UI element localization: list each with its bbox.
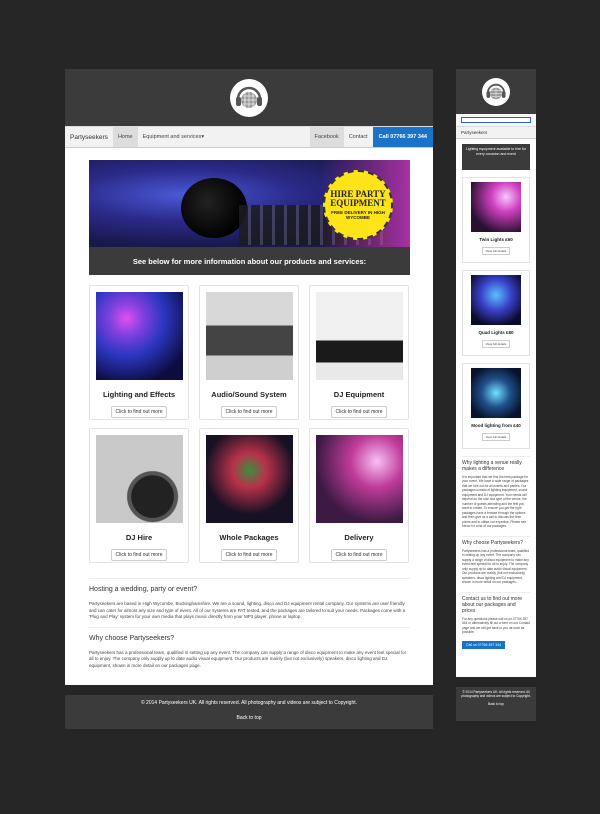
product-title: Quad Lights £80 <box>478 330 514 335</box>
mobile-call-button[interactable]: Call us 07766 397 344 <box>462 640 506 649</box>
twin-lights-photo <box>471 182 521 232</box>
service-card-dj-hire: DJ Hire Click to find out more <box>89 428 189 563</box>
section-heading: Why choose Partyseekers? <box>89 626 410 644</box>
mobile-header <box>456 69 536 114</box>
services-grid: Lighting and Effects Click to find out m… <box>89 285 410 563</box>
hero-banner: HIRE PARTY EQUIPMENT FREE DELIVERY IN HI… <box>89 160 410 275</box>
mobile-banner: Lighting equipment available to hire for… <box>462 144 530 170</box>
find-out-more-button[interactable]: Click to find out more <box>330 406 388 418</box>
find-out-more-button[interactable]: Click to find out more <box>220 549 278 561</box>
product-card-twin: Twin Lights £60 View full details <box>462 177 530 263</box>
service-card-dj-equipment: DJ Equipment Click to find out more <box>309 285 409 420</box>
badge-subtitle: FREE DELIVERY IN HIGH WYCOMBE <box>331 210 385 220</box>
service-card-audio: Audio/Sound System Click to find out mor… <box>199 285 299 420</box>
nav-contact[interactable]: Contact <box>344 127 373 147</box>
section-heading: Contact us to find out more about our pa… <box>462 591 530 614</box>
mobile-text-section: Why lighting a venue really makes a diff… <box>462 456 530 649</box>
card-title: Whole Packages <box>219 533 279 542</box>
hire-badge: HIRE PARTY EQUIPMENT FREE DELIVERY IN HI… <box>323 170 393 240</box>
view-details-button[interactable]: View full details <box>481 247 511 255</box>
section-paragraph: Partyseekers are based in High Wycombe, … <box>89 601 406 620</box>
section-paragraph: For any questions please call us on 0776… <box>462 616 530 635</box>
about-section: Hosting a wedding, party or event? Party… <box>89 578 410 669</box>
lighting-photo <box>95 292 183 380</box>
find-out-more-button[interactable]: Click to find out more <box>330 549 388 561</box>
card-title: Delivery <box>344 533 374 542</box>
service-card-lighting: Lighting and Effects Click to find out m… <box>89 285 189 420</box>
copyright-text: © 2014 Partyseekers UK. All rights reser… <box>140 700 358 706</box>
product-title: Mood lighting from £40 <box>471 423 521 428</box>
hero-caption: See below for more information about our… <box>89 247 410 275</box>
quad-lights-photo <box>471 275 521 325</box>
mobile-brand[interactable]: Partyseekers <box>456 127 536 139</box>
dj-equipment-photo <box>315 292 403 380</box>
main-navbar: Partyseekers Home Equipment and services… <box>65 126 433 148</box>
find-out-more-button[interactable]: Click to find out more <box>110 406 168 418</box>
section-paragraph: Partyseekers has a professional team, qu… <box>462 548 529 585</box>
badge-title: HIRE PARTY EQUIPMENT <box>330 189 386 208</box>
nav-call-button[interactable]: Call 07766 397 344 <box>372 127 433 147</box>
nav-home[interactable]: Home <box>112 127 138 147</box>
section-paragraph: Partyseekers has a professional team, qu… <box>89 649 407 668</box>
section-heading: Why choose Partyseekers? <box>462 535 530 546</box>
nav-spacer <box>209 127 309 147</box>
nav-equipment-dropdown[interactable]: Equipment and services ▾ <box>138 127 209 147</box>
service-card-delivery: Delivery Click to find out more <box>309 428 409 563</box>
product-title: Twin Lights £60 <box>479 237 513 242</box>
site-header <box>65 69 433 126</box>
hero-turntable <box>181 178 247 238</box>
find-out-more-button[interactable]: Click to find out more <box>220 406 278 418</box>
card-title: DJ Equipment <box>333 390 385 399</box>
main-content: HIRE PARTY EQUIPMENT FREE DELIVERY IN HI… <box>65 148 433 685</box>
mobile-menu-toggle[interactable] <box>461 117 531 123</box>
headphones-disco-ball-logo <box>230 78 268 117</box>
view-details-button[interactable]: View full details <box>481 433 511 441</box>
site-footer: © 2014 Partyseekers UK. All rights reser… <box>65 695 433 729</box>
back-to-top-link[interactable]: Back to top <box>65 715 433 721</box>
card-title: Audio/Sound System <box>211 390 287 399</box>
section-heading: Why lighting a venue really makes a diff… <box>462 456 530 472</box>
copyright-text: © 2014 Partyseekers UK. All rights reser… <box>461 690 531 699</box>
view-details-button[interactable]: View full details <box>481 340 511 348</box>
packages-photo <box>205 435 293 523</box>
navbar-brand[interactable]: Partyseekers <box>65 127 113 147</box>
nav-equipment-label: Equipment and services <box>142 134 202 140</box>
dj-hire-photo <box>95 435 183 523</box>
section-paragraph: It is important that we find the best pa… <box>462 475 529 529</box>
audio-photo <box>205 292 293 380</box>
find-out-more-button[interactable]: Click to find out more <box>110 549 168 561</box>
back-to-top-link[interactable]: Back to top <box>456 702 536 706</box>
section-heading: Hosting a wedding, party or event? <box>89 578 410 595</box>
product-card-mood: Mood lighting from £40 View full details <box>462 363 530 449</box>
card-title: Lighting and Effects <box>102 390 176 399</box>
delivery-photo <box>315 435 403 523</box>
mobile-footer: © 2014 Partyseekers UK. All rights reser… <box>456 687 536 721</box>
nav-facebook[interactable]: Facebook <box>309 127 344 147</box>
card-title: DJ Hire <box>125 533 153 542</box>
mobile-menu-bar <box>456 114 536 127</box>
caret-down-icon: ▾ <box>201 134 205 140</box>
product-card-quad: Quad Lights £80 View full details <box>462 270 530 356</box>
service-card-packages: Whole Packages Click to find out more <box>199 428 299 563</box>
desktop-mockup: Partyseekers Home Equipment and services… <box>65 69 433 729</box>
mobile-mockup: Partyseekers Lighting equipment availabl… <box>456 69 536 721</box>
mood-lighting-photo <box>471 368 521 418</box>
headphones-disco-ball-logo <box>482 77 510 106</box>
mobile-content: Lighting equipment available to hire for… <box>456 139 536 677</box>
